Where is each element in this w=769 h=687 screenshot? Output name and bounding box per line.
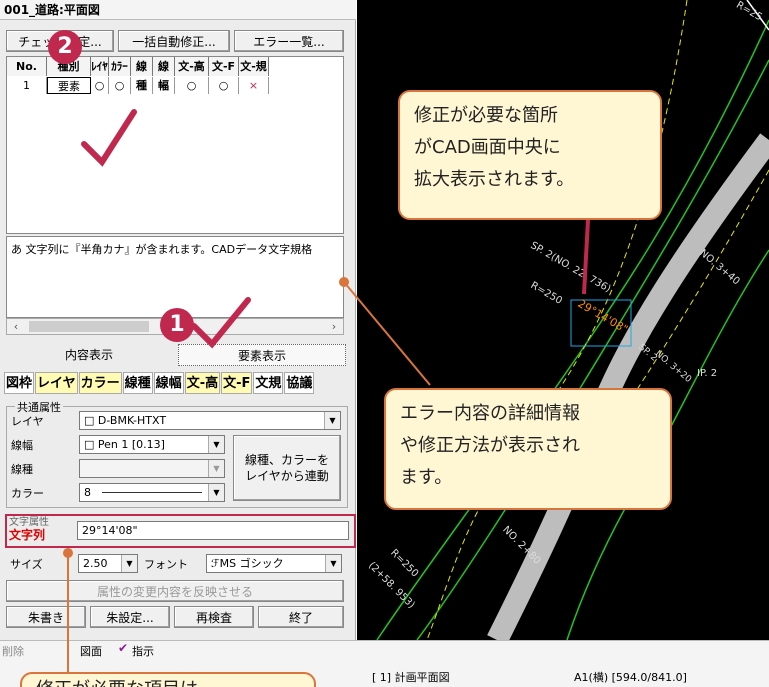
step-badge-2: 2 — [48, 30, 82, 64]
callout-required-item: 修正が必要な項目は — [20, 672, 316, 687]
callout-error-detail: エラー内容の詳細情報 や修正方法が表示され ます。 — [384, 388, 672, 510]
callout-center-zoom: 修正が必要な箇所 がCAD画面中央に 拡大表示されます。 — [398, 90, 662, 220]
step-badge-1: 1 — [160, 308, 194, 342]
